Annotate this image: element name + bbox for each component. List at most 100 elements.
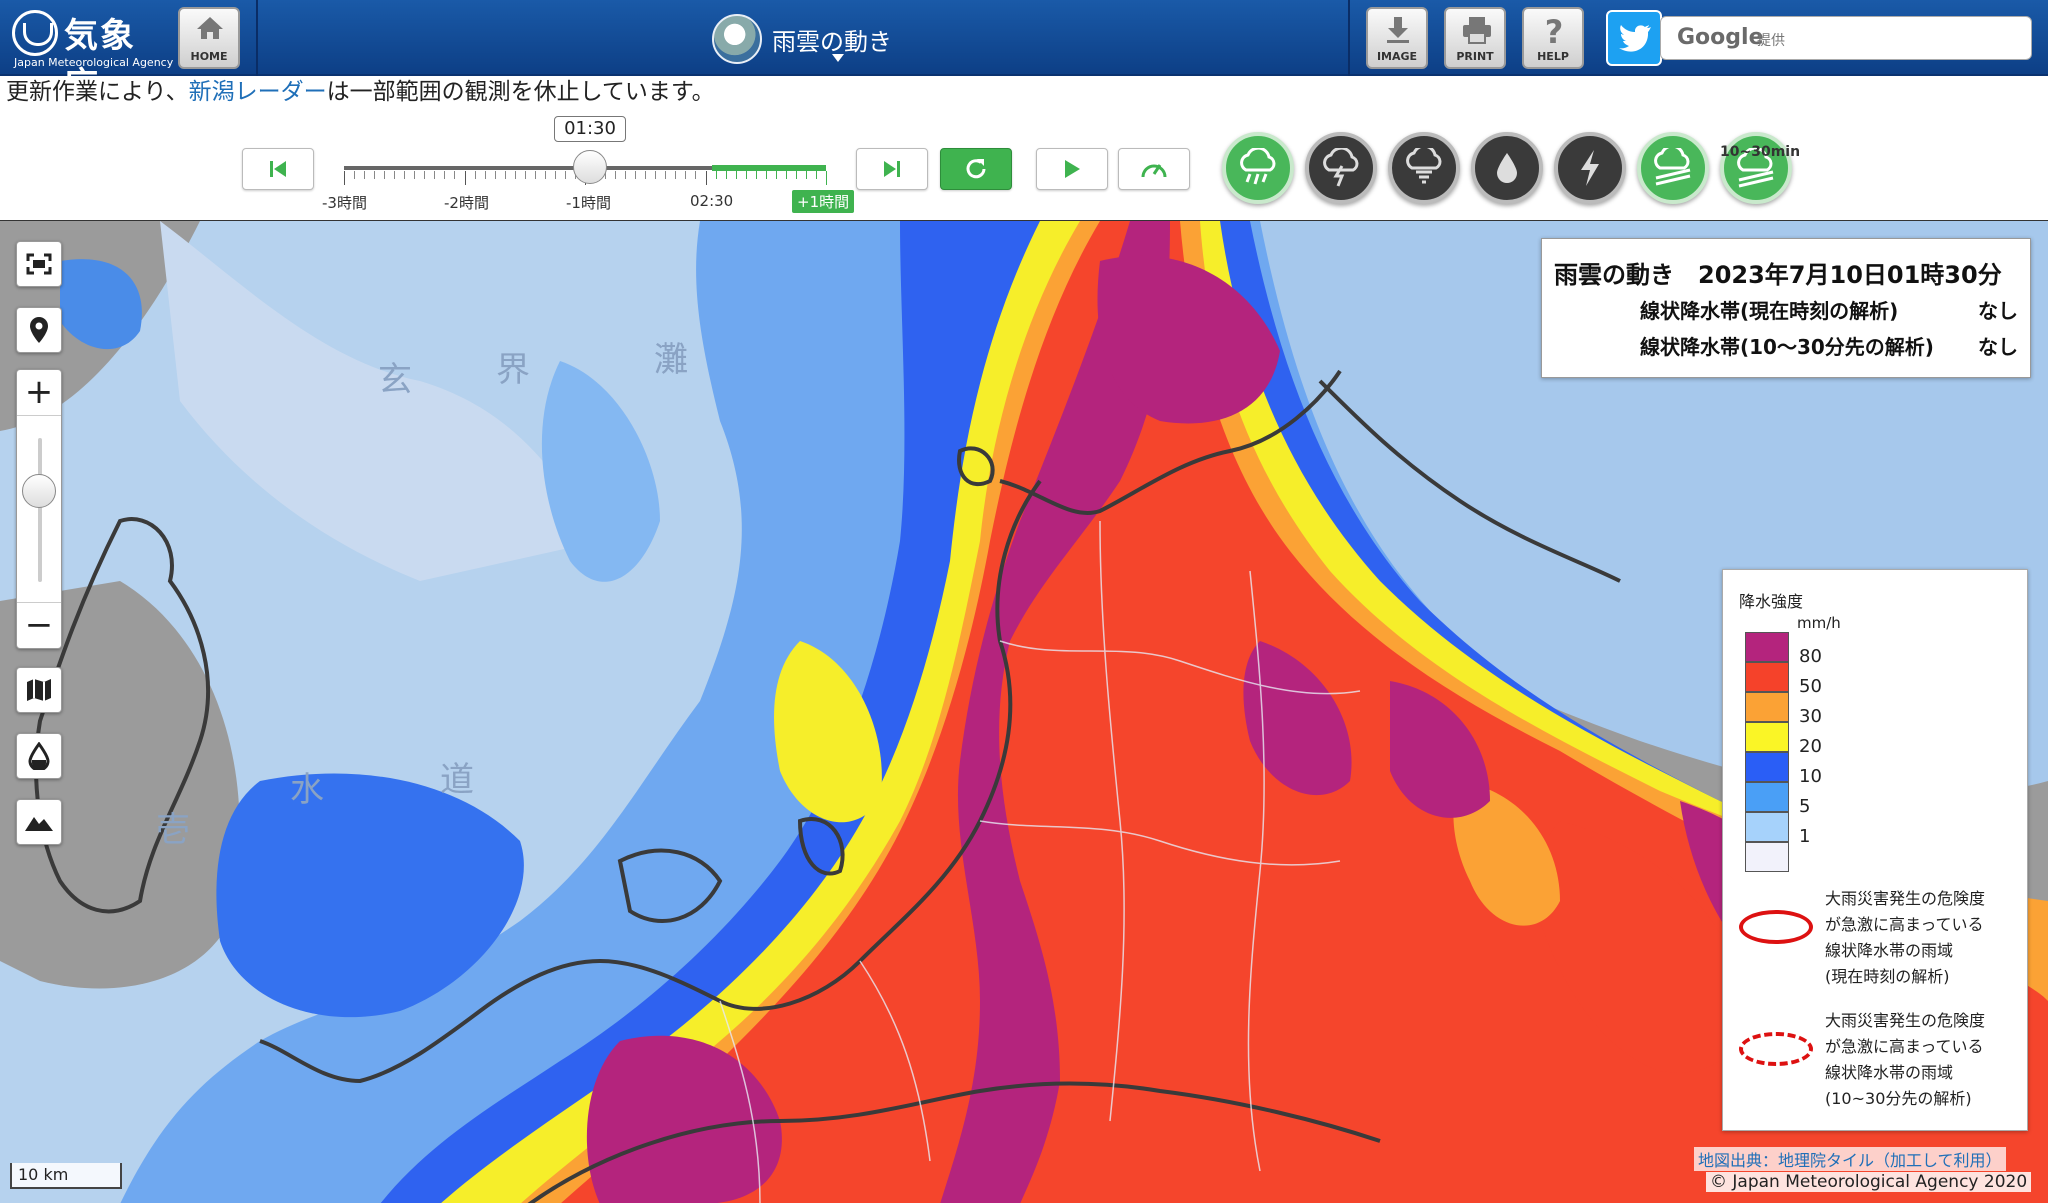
legend-note-line: 線状降水帯の雨域	[1825, 941, 1954, 960]
legend-level-label: 1	[1799, 826, 1811, 847]
time-slider-tick	[534, 171, 536, 179]
legend-swatch	[1745, 782, 1789, 812]
zoom-control[interactable]: + −	[16, 369, 62, 649]
legend-note-line: (10~30分先の解析)	[1825, 1089, 1972, 1108]
hazard-overlay-button[interactable]	[16, 733, 62, 779]
logo-subtitle: Japan Meteorological Agency	[14, 56, 174, 69]
jma-logo[interactable]: 気象庁 Japan Meteorological Agency	[8, 6, 173, 105]
water-drop-outline-icon	[28, 742, 50, 770]
map-layer-button[interactable]	[16, 667, 62, 713]
legend-note-now: 大雨災害発生の危険度 が急激に高まっている 線状降水帯の雨域 (現在時刻の解析)	[1825, 886, 1985, 990]
radar-map[interactable]: 玄 界 灘 水 道 壱 + − 雨雲の動き 2023年7月10日01時30分 線…	[0, 220, 2048, 1203]
linear-band-forecast-label: 線状降水帯(10～30分先の解析)	[1640, 335, 1934, 359]
time-slider-tick	[464, 171, 466, 185]
layer-thunder-button[interactable]	[1305, 132, 1377, 204]
notice-before: 更新作業により、	[6, 79, 189, 105]
layer-rain-button[interactable]	[1222, 132, 1294, 204]
legend-note-line: が急激に高まっている	[1825, 915, 1984, 934]
print-label: PRINT	[1456, 50, 1494, 63]
play-icon	[1065, 160, 1080, 178]
time-slider-tick	[474, 171, 476, 179]
page-title: 雨雲の動き	[772, 28, 892, 56]
page-title-menu[interactable]: 雨雲の動き	[712, 14, 1012, 64]
help-button[interactable]: ? HELP	[1522, 7, 1584, 69]
rain-cloud-globe-icon	[712, 14, 762, 64]
home-icon	[197, 17, 223, 39]
time-slider-tick	[444, 171, 446, 179]
current-time-badge: 01:30	[554, 116, 626, 142]
time-slider-tick	[775, 171, 777, 179]
refresh-icon	[966, 159, 986, 179]
time-slider-tick	[805, 171, 807, 179]
home-label: HOME	[190, 50, 228, 63]
layer-linear-band-forecast-button[interactable]	[1720, 132, 1792, 204]
time-slider-tick	[685, 171, 687, 179]
time-slider-tick	[655, 171, 657, 179]
zoom-out-button[interactable]: −	[17, 602, 61, 648]
time-slider-tick	[745, 171, 747, 179]
sea-label: 灘	[654, 340, 688, 380]
time-slider-tick	[344, 171, 345, 185]
thunder-cloud-icon	[1323, 148, 1359, 187]
play-button[interactable]	[1036, 148, 1108, 190]
last-frame-button[interactable]	[856, 148, 928, 190]
time-slider-tick	[735, 171, 737, 179]
terrain-button[interactable]	[16, 799, 62, 845]
time-slider-tick	[715, 171, 717, 179]
time-slider-tick	[484, 171, 486, 179]
home-button[interactable]: HOME	[178, 7, 240, 69]
time-slider-tick	[615, 171, 617, 179]
time-slider-forecast-range	[712, 165, 826, 171]
current-location-button[interactable]	[16, 307, 62, 353]
legend-swatch	[1745, 812, 1789, 842]
linear-rainband-icon	[1654, 148, 1691, 186]
search-input[interactable]: Google 提供	[1660, 16, 2032, 60]
twitter-bird-icon	[1619, 25, 1651, 52]
time-slider-tick	[454, 171, 456, 179]
zoom-slider-thumb[interactable]	[22, 474, 56, 508]
sea-label: 水	[290, 770, 324, 810]
legend-level-label: 10	[1799, 766, 1822, 787]
time-slider-tick	[364, 171, 366, 179]
legend-note-line: が急激に高まっている	[1825, 1037, 1984, 1056]
legend-swatch	[1745, 842, 1789, 872]
niigata-radar-link[interactable]: 新潟レーダー	[189, 79, 327, 105]
copyright-text: © Japan Meteorological Agency 2020	[1706, 1172, 2032, 1192]
map-icon	[27, 679, 51, 701]
image-button[interactable]: IMAGE	[1366, 7, 1428, 69]
time-slider-tick	[504, 171, 506, 179]
legend-note-forecast: 大雨災害発生の危険度 が急激に高まっている 線状降水帯の雨域 (10~30分先の…	[1825, 1008, 1985, 1112]
search-provided-label: 提供	[1757, 33, 1785, 49]
speed-button[interactable]	[1118, 148, 1190, 190]
linear-band-forecast-ellipse	[1739, 1032, 1813, 1066]
legend-note-line: 大雨災害発生の危険度	[1825, 1011, 1986, 1030]
first-frame-button[interactable]	[242, 148, 314, 190]
info-title: 雨雲の動き 2023年7月10日01時30分	[1554, 261, 2002, 289]
time-slider-tick	[695, 171, 697, 179]
time-slider-tick	[815, 171, 817, 179]
map-source-credit[interactable]: 地図出典：地理院タイル（加工して利用）	[1694, 1147, 2006, 1171]
printer-icon	[1463, 17, 1491, 44]
chevron-down-icon	[832, 54, 844, 62]
time-slider-thumb[interactable]	[573, 150, 607, 184]
zoom-in-button[interactable]: +	[17, 370, 61, 416]
image-label: IMAGE	[1376, 50, 1418, 63]
legend-note-line: (現在時刻の解析)	[1825, 967, 1950, 986]
time-slider-tick	[755, 171, 757, 179]
zoom-slider-track[interactable]	[38, 438, 42, 582]
layer-precipitation-button[interactable]	[1471, 132, 1543, 204]
download-icon	[1387, 17, 1409, 43]
time-slider-tick	[424, 171, 426, 179]
header-divider	[256, 0, 258, 76]
fullscreen-button[interactable]	[16, 241, 62, 287]
twitter-button[interactable]	[1606, 10, 1662, 66]
latest-time-button[interactable]	[940, 148, 1012, 190]
layer-lightning-button[interactable]	[1554, 132, 1626, 204]
time-slider-tick	[675, 171, 677, 179]
time-slider-tick	[354, 171, 356, 179]
layer-linear-band-button[interactable]	[1637, 132, 1709, 204]
legend-level-label: 5	[1799, 796, 1811, 817]
layer-tornado-button[interactable]	[1388, 132, 1460, 204]
print-button[interactable]: PRINT	[1444, 7, 1506, 69]
map-pin-icon	[30, 317, 48, 343]
